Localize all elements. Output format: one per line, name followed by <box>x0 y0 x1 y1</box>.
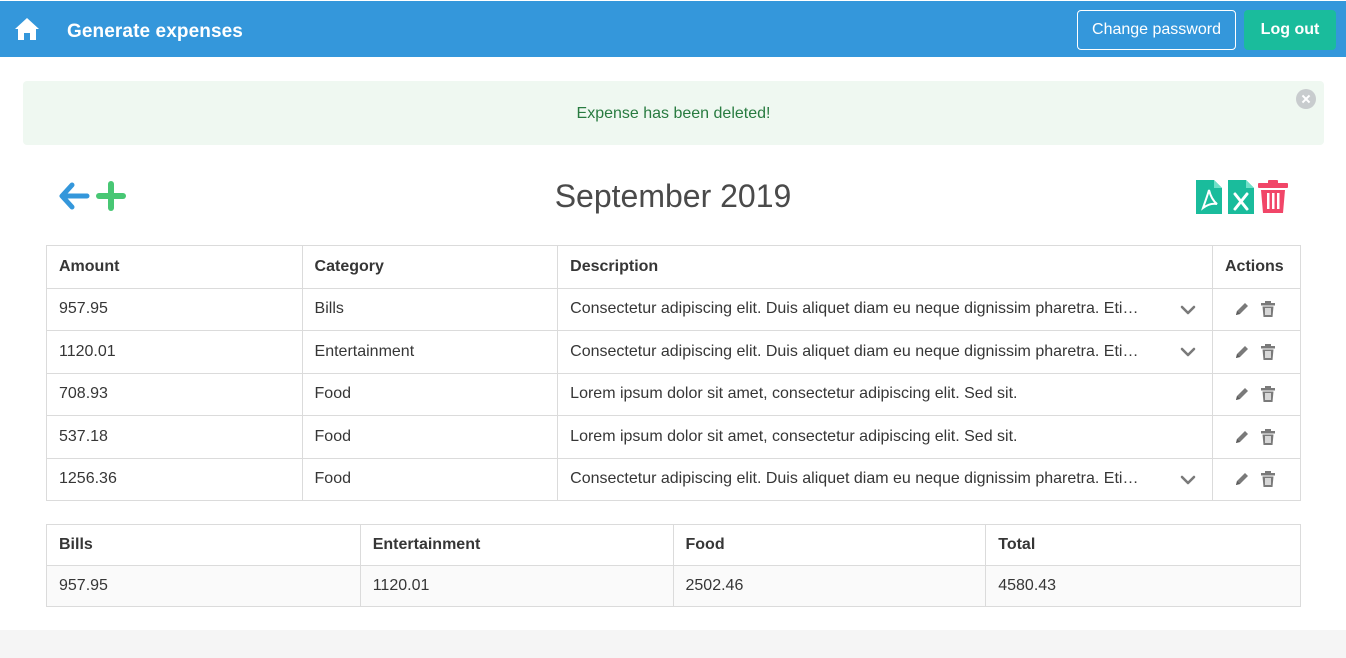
summary-table: Bills Entertainment Food Total 957.95 11… <box>46 524 1301 607</box>
description-cell: Consectetur adipiscing elit. Duis alique… <box>557 287 1213 331</box>
actions-cell <box>1212 287 1301 331</box>
month-title: September 2019 <box>554 178 792 214</box>
notification-message: Expense has been deleted! <box>576 105 771 122</box>
description-cell: Lorem ipsum dolor sit amet, consectetur … <box>557 372 1213 416</box>
close-icon[interactable] <box>1296 89 1316 109</box>
summary-food-value: 2502.46 <box>672 565 987 607</box>
column-header-description: Description <box>557 245 1213 289</box>
category-cell: Entertainment <box>301 330 559 374</box>
amount-cell: 1256.36 <box>46 457 303 501</box>
description-text: Consectetur adipiscing elit. Duis alique… <box>570 300 1141 318</box>
chevron-down-icon[interactable] <box>1180 473 1196 485</box>
description-text: Consectetur adipiscing elit. Duis alique… <box>570 470 1141 488</box>
summary-bills-value: 957.95 <box>46 565 361 607</box>
logout-button[interactable]: Log out <box>1244 10 1336 50</box>
pencil-icon[interactable] <box>1233 385 1251 403</box>
description-cell: Consectetur adipiscing elit. Duis alique… <box>557 330 1213 374</box>
table-row: 1256.36 Food Consectetur adipiscing elit. … <box>46 457 1301 501</box>
table-row: 708.93 Food Lorem ipsum dolor sit amet, co… <box>46 372 1301 416</box>
column-header-amount: Amount <box>46 245 303 289</box>
page: Generate expenses Change password Log ou… <box>0 0 1346 630</box>
description-text: Lorem ipsum dolor sit amet, consectetur … <box>570 427 1018 445</box>
trash-icon[interactable] <box>1259 385 1277 403</box>
trash-icon[interactable] <box>1259 343 1277 361</box>
change-password-button[interactable]: Change password <box>1077 10 1236 50</box>
description-text: Consectetur adipiscing elit. Duis alique… <box>570 342 1141 360</box>
success-notification: Expense has been deleted! <box>23 81 1324 145</box>
pencil-icon[interactable] <box>1233 428 1251 446</box>
footer <box>0 630 1346 658</box>
app-title[interactable]: Generate expenses <box>67 21 243 43</box>
category-cell: Bills <box>301 287 559 331</box>
chevron-down-icon[interactable] <box>1180 345 1196 357</box>
home-icon[interactable] <box>14 17 40 41</box>
summary-header-bills: Bills <box>46 524 361 566</box>
amount-cell: 957.95 <box>46 287 303 331</box>
pdf-file-icon[interactable] <box>1196 180 1222 214</box>
actions-cell <box>1212 330 1301 374</box>
column-header-category: Category <box>301 245 559 289</box>
trash-icon[interactable] <box>1259 470 1277 488</box>
table-row: 1120.01 Entertainment Consectetur adipisci… <box>46 330 1301 374</box>
amount-cell: 1120.01 <box>46 330 303 374</box>
pencil-icon[interactable] <box>1233 300 1251 318</box>
description-text: Lorem ipsum dolor sit amet, consectetur … <box>570 385 1018 403</box>
table-header-row: Amount Category Description Actions <box>46 245 1301 289</box>
summary-header-entertainment: Entertainment <box>359 524 674 566</box>
table-row: 957.95 Bills Consectetur adipiscing elit. … <box>46 287 1301 331</box>
expenses-table: Amount Category Description Actions 957.… <box>46 245 1301 501</box>
description-cell: Lorem ipsum dolor sit amet, consectetur … <box>557 415 1213 459</box>
category-cell: Food <box>301 457 559 501</box>
actions-cell <box>1212 457 1301 501</box>
navbar: Generate expenses Change password Log ou… <box>0 1 1346 57</box>
trash-icon[interactable] <box>1259 428 1277 446</box>
column-header-actions: Actions <box>1212 245 1301 289</box>
summary-values-row: 957.95 1120.01 2502.46 4580.43 <box>46 565 1301 607</box>
chevron-down-icon[interactable] <box>1180 303 1196 315</box>
pencil-icon[interactable] <box>1233 343 1251 361</box>
summary-header-food: Food <box>672 524 987 566</box>
description-cell: Consectetur adipiscing elit. Duis alique… <box>557 457 1213 501</box>
trash-icon[interactable] <box>1258 180 1288 213</box>
trash-icon[interactable] <box>1259 300 1277 318</box>
actions-cell <box>1212 415 1301 459</box>
amount-cell: 537.18 <box>46 415 303 459</box>
amount-cell: 708.93 <box>46 372 303 416</box>
summary-entertainment-value: 1120.01 <box>359 565 674 607</box>
actions-cell <box>1212 372 1301 416</box>
category-cell: Food <box>301 372 559 416</box>
excel-file-icon[interactable] <box>1228 180 1254 214</box>
table-row: 537.18 Food Lorem ipsum dolor sit amet, co… <box>46 415 1301 459</box>
category-cell: Food <box>301 415 559 459</box>
summary-header-row: Bills Entertainment Food Total <box>46 524 1301 566</box>
summary-total-value: 4580.43 <box>985 565 1301 607</box>
pencil-icon[interactable] <box>1233 470 1251 488</box>
summary-header-total: Total <box>985 524 1301 566</box>
